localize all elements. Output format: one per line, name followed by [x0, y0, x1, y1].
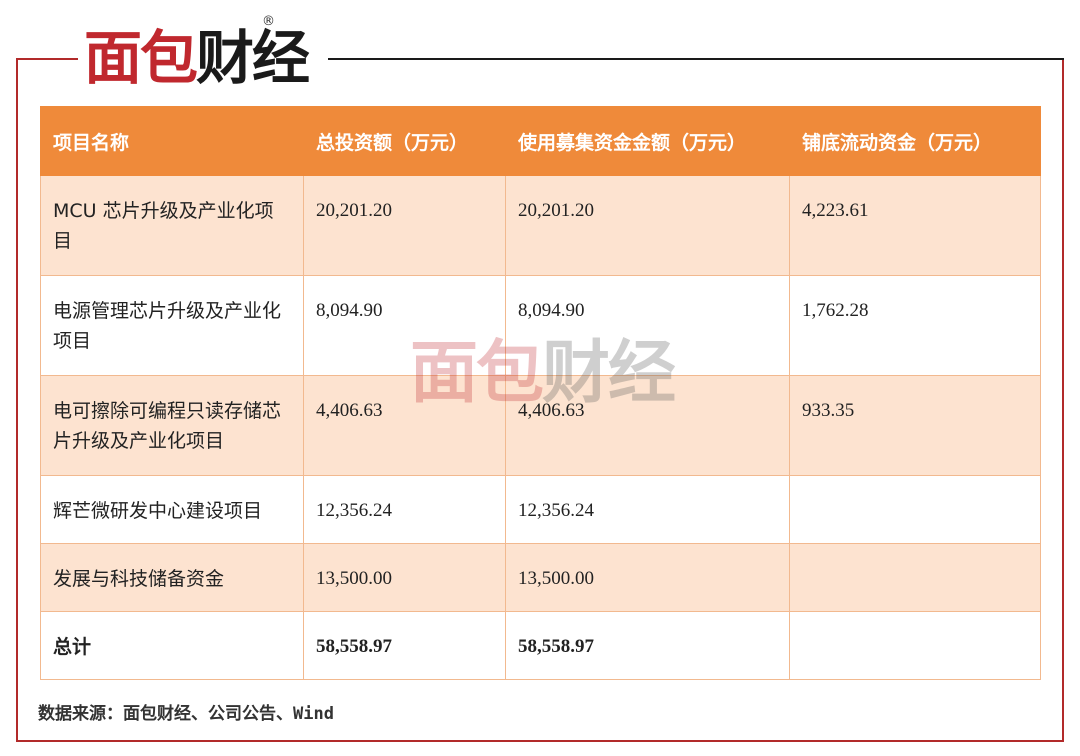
header-total-investment: 总投资额（万元）	[303, 106, 506, 176]
cell-project: 发展与科技储备资金	[40, 543, 304, 612]
cell-working	[789, 475, 1041, 544]
table-row: 电可擦除可编程只读存储芯片升级及产业化项目 4,406.63 4,406.63 …	[40, 375, 1041, 476]
cell-raised: 8,094.90	[505, 275, 790, 376]
cell-working	[789, 611, 1041, 680]
cell-raised: 58,558.97	[505, 611, 790, 680]
cell-working: 1,762.28	[789, 275, 1041, 376]
frame-top-left-rule	[16, 58, 78, 60]
table-row: 辉芒微研发中心建设项目 12,356.24 12,356.24	[40, 475, 1041, 544]
header-project-name: 项目名称	[40, 106, 304, 176]
cell-raised: 4,406.63	[505, 375, 790, 476]
header-raised-funds: 使用募集资金金额（万元）	[505, 106, 790, 176]
cell-project: 电可擦除可编程只读存储芯片升级及产业化项目	[40, 375, 304, 476]
cell-total: 8,094.90	[303, 275, 506, 376]
cell-working	[789, 543, 1041, 612]
logo-part1: 面包	[84, 24, 198, 92]
table-row: 发展与科技储备资金 13,500.00 13,500.00	[40, 543, 1041, 612]
registered-mark: ®	[262, 14, 275, 29]
cell-raised: 13,500.00	[505, 543, 790, 612]
cell-working: 933.35	[789, 375, 1041, 476]
investment-table: 项目名称 总投资额（万元） 使用募集资金金额（万元） 铺底流动资金（万元） MC…	[40, 106, 1041, 680]
cell-total: 12,356.24	[303, 475, 506, 544]
cell-project: 总计	[40, 611, 304, 680]
frame-top-right-rule	[328, 58, 1064, 60]
header-working-capital: 铺底流动资金（万元）	[789, 106, 1041, 176]
table-total-row: 总计 58,558.97 58,558.97	[40, 611, 1041, 680]
table-row: 电源管理芯片升级及产业化项目 8,094.90 8,094.90 1,762.2…	[40, 275, 1041, 376]
brand-logo: 面包财经 ®	[84, 14, 324, 96]
cell-total: 58,558.97	[303, 611, 506, 680]
data-source-note: 数据来源：面包财经、公司公告、Wind	[38, 704, 334, 724]
cell-total: 13,500.00	[303, 543, 506, 612]
cell-project: MCU 芯片升级及产业化项目	[40, 175, 304, 276]
cell-working: 4,223.61	[789, 175, 1041, 276]
cell-total: 4,406.63	[303, 375, 506, 476]
table-row: MCU 芯片升级及产业化项目 20,201.20 20,201.20 4,223…	[40, 175, 1041, 276]
logo-part2: 财经	[196, 24, 310, 92]
table-header-row: 项目名称 总投资额（万元） 使用募集资金金额（万元） 铺底流动资金（万元）	[40, 106, 1041, 176]
cell-raised: 20,201.20	[505, 175, 790, 276]
cell-raised: 12,356.24	[505, 475, 790, 544]
cell-project: 辉芒微研发中心建设项目	[40, 475, 304, 544]
cell-total: 20,201.20	[303, 175, 506, 276]
cell-project: 电源管理芯片升级及产业化项目	[40, 275, 304, 376]
